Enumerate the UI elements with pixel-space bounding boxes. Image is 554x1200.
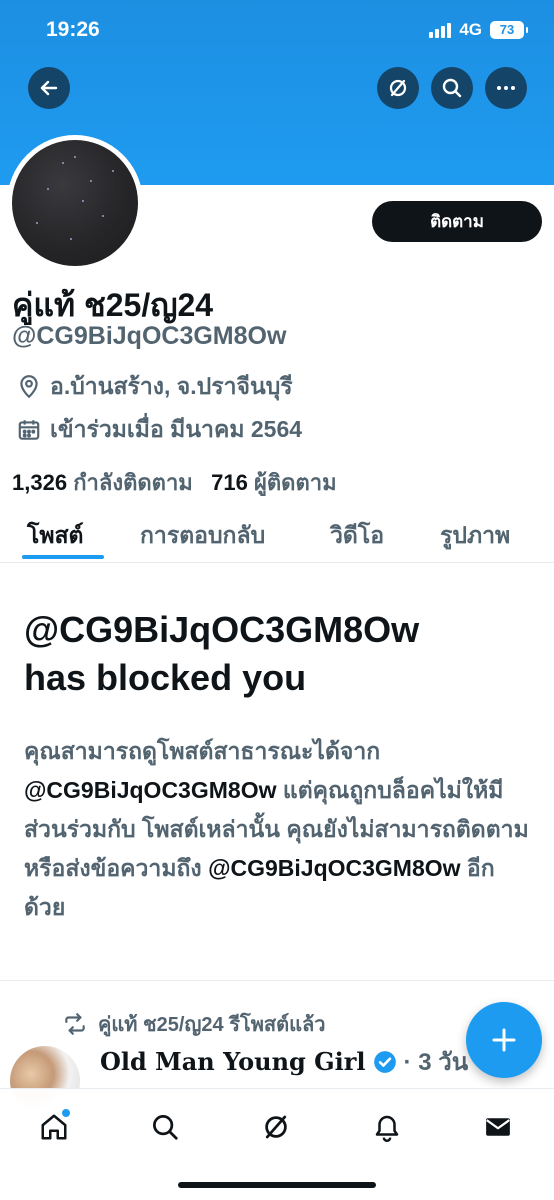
follow-button[interactable]: ติดตาม	[372, 201, 542, 242]
more-button[interactable]	[485, 67, 527, 109]
followers-link[interactable]: 716 ผู้ติดตาม	[211, 470, 336, 495]
blocked-body-handle2[interactable]: @CG9BiJqOC3GM8Ow	[208, 855, 460, 881]
blocked-title-text: has blocked you	[24, 657, 307, 698]
active-tab-indicator	[22, 555, 104, 559]
joined-row: เข้าร่วมเมื่อ มีนาคม 2564	[16, 412, 302, 448]
status-indicators: 4G 73	[429, 20, 528, 40]
home-indicator	[178, 1182, 376, 1188]
grok-button[interactable]	[377, 67, 419, 109]
profile-handle: @CG9BiJqOC3GM8Ow	[12, 322, 287, 350]
battery-icon: 73	[490, 21, 528, 39]
location-pin-icon	[20, 375, 38, 399]
verified-badge-icon	[373, 1050, 396, 1073]
avatar[interactable]	[7, 135, 143, 271]
post-time: · 3 วัน	[403, 1049, 469, 1076]
status-time: 19:26	[46, 18, 100, 41]
back-button[interactable]	[28, 67, 70, 109]
home-unread-dot	[62, 1109, 70, 1117]
following-link[interactable]: 1,326 กำลังติดตาม	[12, 470, 193, 495]
plus-icon	[492, 1028, 516, 1052]
back-arrow-icon	[40, 80, 58, 96]
more-icon	[497, 86, 515, 90]
post-author-name[interactable]: Old Man Young Girl	[100, 1047, 366, 1076]
repost-label: คู่แท้ ช25/ญ24 รีโพสต์แล้ว	[98, 1014, 326, 1036]
joined-text: เข้าร่วมเมื่อ มีนาคม 2564	[50, 416, 303, 442]
blocked-title-handle: @CG9BiJqOC3GM8Ow	[24, 609, 420, 650]
grok-icon	[389, 79, 407, 97]
post-author-row: Old Man Young Girl · 3 วัน	[100, 1042, 468, 1081]
search-button[interactable]	[431, 67, 473, 109]
tab-replies[interactable]: การตอบกลับ	[140, 518, 265, 554]
followers-label: ผู้ติดตาม	[254, 470, 337, 495]
tab-photos[interactable]: รูปภาพ	[440, 518, 510, 554]
repost-icon	[65, 1013, 85, 1035]
followers-count: 716	[211, 470, 248, 495]
repost-indicator: คู่แท้ ช25/ญ24 รีโพสต์แล้ว	[62, 1008, 325, 1040]
tab-posts[interactable]: โพสต์	[27, 518, 84, 554]
blocked-body-handle1[interactable]: @CG9BiJqOC3GM8Ow	[24, 777, 276, 803]
following-label: กำลังติดตาม	[73, 470, 193, 495]
nav-search[interactable]	[145, 1107, 185, 1147]
blocked-description: คุณสามารถดูโพสต์สาธารณะได้จาก @CG9BiJqOC3…	[24, 732, 534, 927]
follow-stats: 1,326 กำลังติดตาม 716 ผู้ติดตาม	[12, 465, 337, 500]
search-icon	[153, 1115, 178, 1140]
status-bar: 19:26 4G 73	[0, 0, 554, 60]
network-type: 4G	[459, 20, 482, 39]
blocked-title: @CG9BiJqOC3GM8Ow has blocked you	[24, 606, 534, 702]
location-row: อ.บ้านสร้าง, จ.ปราจีนบุรี	[16, 369, 293, 405]
signal-icon	[429, 22, 452, 38]
nav-grok[interactable]	[256, 1107, 296, 1147]
messages-icon	[486, 1118, 510, 1136]
location-text: อ.บ้านสร้าง, จ.ปราจีนบุรี	[50, 373, 293, 399]
compose-button[interactable]	[466, 1002, 542, 1078]
tab-videos[interactable]: วิดีโอ	[330, 518, 384, 554]
following-count: 1,326	[12, 470, 68, 495]
calendar-icon	[18, 420, 40, 440]
divider	[0, 980, 554, 981]
blocked-body-part1: คุณสามารถดูโพสต์สาธารณะได้จาก	[24, 738, 381, 764]
nav-messages[interactable]	[478, 1107, 518, 1147]
search-icon	[442, 78, 462, 98]
nav-home[interactable]	[34, 1107, 74, 1147]
notifications-icon	[375, 1115, 399, 1142]
nav-notifications[interactable]	[367, 1107, 407, 1147]
grok-icon	[265, 1115, 287, 1139]
